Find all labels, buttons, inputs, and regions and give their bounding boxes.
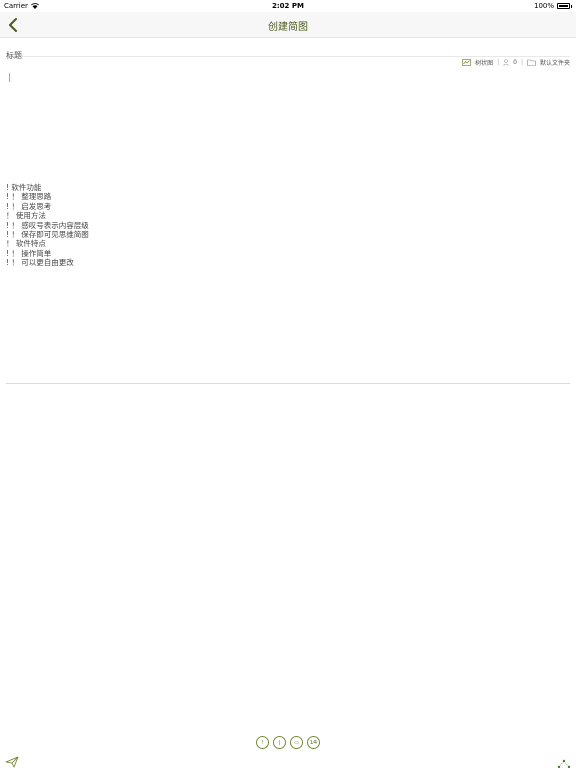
nav-bar: 创建简图	[0, 12, 576, 38]
outline-text: ! 软件功能 ! ！ 整理思路 ! ！ 启发思考 ！ 使用方法 ! ！ 感叹号表…	[6, 183, 89, 268]
meta-divider: |	[497, 58, 500, 66]
bottom-toolbar: ! | ▭ 1⁄4	[0, 736, 576, 749]
status-bar: Carrier 2:02 PM 100%	[0, 0, 576, 12]
title-row	[6, 43, 570, 60]
send-button[interactable]	[5, 753, 19, 768]
insert-exclamation-button[interactable]: !	[256, 736, 269, 749]
outline-line: ！ 软件特点	[6, 239, 46, 249]
dots-graph-icon	[557, 759, 571, 768]
view-mode-label[interactable]: 树状图	[475, 58, 493, 67]
outline-line: ！ 使用方法	[6, 211, 46, 221]
page-title: 创建简图	[268, 22, 308, 33]
battery-percent: 100%	[533, 2, 554, 10]
meta-divider: |	[520, 58, 523, 66]
outline-line: ! ！ 感叹号表示内容层级	[6, 220, 89, 230]
insert-box-button[interactable]: ▭	[290, 736, 303, 749]
insert-bar-button[interactable]: |	[273, 736, 286, 749]
count-label: 0	[513, 58, 517, 66]
folder-label[interactable]: 默认文件夹	[540, 58, 570, 67]
person-icon	[503, 58, 509, 66]
folder-icon[interactable]	[527, 59, 536, 66]
insert-fraction-button[interactable]: 1⁄4	[307, 736, 320, 749]
tree-view-icon[interactable]	[462, 58, 471, 66]
meta-row: 树状图 | 0 | 默认文件夹	[462, 57, 570, 67]
status-time: 2:02 PM	[272, 2, 304, 10]
outline-line: ! ！ 启发思考	[6, 201, 52, 211]
paper-plane-icon	[5, 756, 19, 768]
outline-line: ! 软件功能	[6, 183, 42, 192]
battery-tip	[571, 4, 572, 8]
text-cursor	[9, 73, 10, 82]
outline-line: ! ！ 可以更自由更改	[6, 258, 74, 268]
outline-editor[interactable]: ! 软件功能 ! ！ 整理思路 ! ！ 启发思考 ！ 使用方法 ! ！ 感叹号表…	[6, 70, 570, 384]
battery-icon	[557, 3, 570, 9]
outline-line: ! ！ 整理思路	[6, 192, 52, 202]
outline-line: ! ！ 操作简单	[6, 248, 52, 258]
graph-view-button[interactable]	[557, 754, 571, 768]
status-right: 100%	[534, 2, 572, 10]
